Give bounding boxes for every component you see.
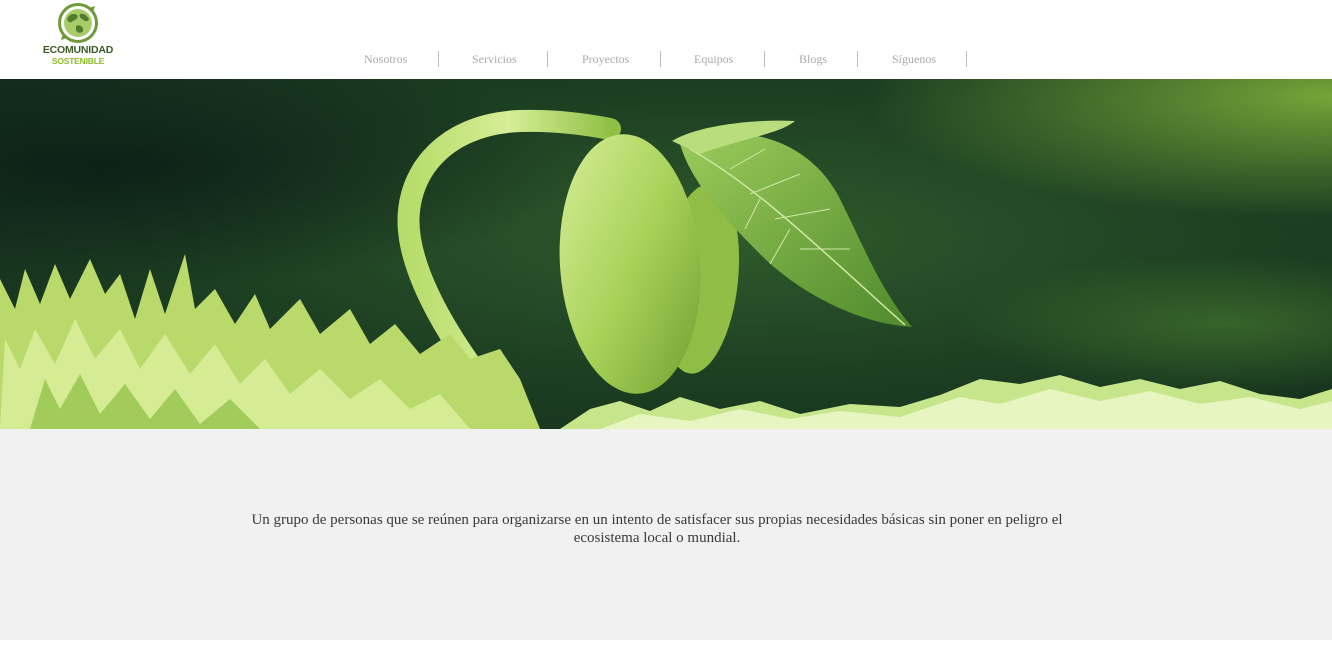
nav-divider — [547, 51, 548, 67]
nav-item-equipos[interactable]: Equipos — [694, 50, 733, 68]
brand-name: ECOMUNIDAD — [42, 44, 114, 56]
nav-divider — [764, 51, 765, 67]
nav-divider — [857, 51, 858, 67]
seedling-sprout-image — [0, 79, 1332, 429]
hero-banner — [0, 79, 1332, 429]
site-logo[interactable]: ECOMUNIDAD SOSTENIBLE — [38, 2, 118, 68]
nav-item-blogs[interactable]: Blogs — [799, 50, 827, 68]
brand-tagline: SOSTENIBLE — [51, 55, 105, 66]
nav-item-nosotros[interactable]: Nosotros — [364, 50, 407, 68]
site-header: ECOMUNIDAD SOSTENIBLE Nosotros Servicios… — [0, 0, 1332, 79]
nav-item-servicios[interactable]: Servicios — [472, 50, 517, 68]
nav-item-siguenos[interactable]: Síguenos — [892, 50, 936, 68]
nav-divider — [660, 51, 661, 67]
nav-divider — [438, 51, 439, 67]
intro-section: Un grupo de personas que se reúnen para … — [0, 429, 1332, 640]
intro-description: Un grupo de personas que se reúnen para … — [251, 512, 1063, 546]
nav-item-proyectos[interactable]: Proyectos — [582, 50, 629, 68]
globe-logo-icon — [58, 3, 98, 43]
nav-divider — [966, 51, 967, 67]
